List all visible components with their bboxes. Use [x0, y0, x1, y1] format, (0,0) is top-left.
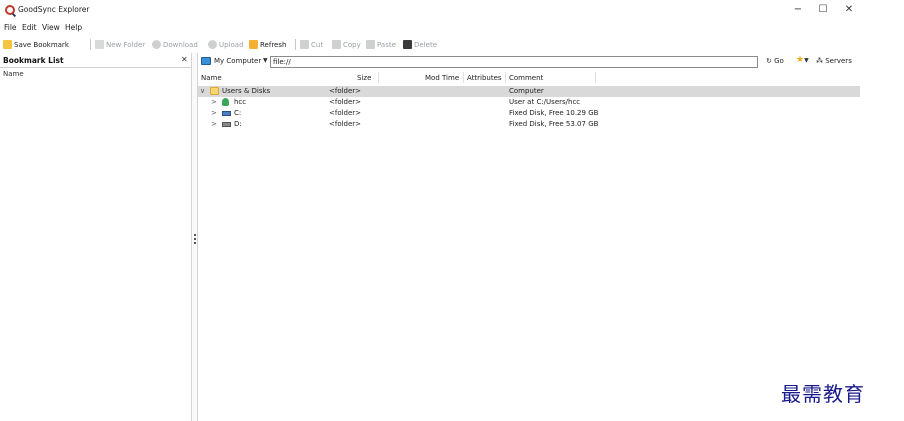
scissors-icon: [300, 40, 309, 49]
bookmark-name-column[interactable]: Name: [3, 70, 24, 78]
row-comment: User at C:/Users/hcc: [509, 98, 581, 106]
menu-file[interactable]: File: [4, 23, 17, 32]
servers-icon: ⁂: [816, 57, 826, 65]
refresh-icon: [249, 40, 258, 49]
minimize-button[interactable]: −: [788, 3, 808, 17]
column-size[interactable]: Size: [357, 74, 371, 82]
list-item-users-disks[interactable]: ∨ Users & Disks <folder> Computer: [198, 86, 860, 97]
copy-label: Copy: [343, 40, 361, 49]
row-size: <folder>: [329, 109, 362, 117]
list-item-drive-c[interactable]: > C: <folder> Fixed Disk, Free 10.29 GB: [198, 108, 860, 119]
delete-button[interactable]: Delete: [403, 40, 437, 49]
paste-icon: [366, 40, 375, 49]
go-label: Go: [774, 57, 784, 65]
toolbar-divider: [295, 39, 296, 50]
row-comment: Fixed Disk, Free 53.07 GB: [509, 120, 599, 128]
drive-c-icon: [222, 111, 231, 116]
bookmark-list-title: Bookmark List: [3, 56, 64, 65]
goodsync-logo-icon: [5, 5, 15, 15]
splitter-grip-icon[interactable]: [194, 234, 196, 244]
toolbar: Save Bookmark New Folder Download Upload…: [0, 36, 904, 53]
row-comment: Fixed Disk, Free 10.29 GB: [509, 109, 599, 117]
save-bookmark-label: Save Bookmark: [14, 40, 69, 49]
refresh-button[interactable]: Refresh: [249, 40, 286, 49]
bookmark-star-icon: [3, 40, 12, 49]
column-header: Name Size Mod Time Attributes Comment: [198, 71, 860, 84]
delete-label: Delete: [414, 40, 437, 49]
menu-bar: File Edit View Help: [0, 22, 904, 35]
menu-edit[interactable]: Edit: [22, 23, 37, 32]
bookmark-panel-header: Bookmark List ✕: [0, 55, 191, 68]
bookmark-panel: Bookmark List ✕ Name: [0, 53, 191, 421]
menu-help[interactable]: Help: [65, 23, 82, 32]
delete-x-icon: [403, 40, 412, 49]
title-bar: GoodSync Explorer − ☐ ✕: [0, 0, 904, 22]
drive-d-icon: [222, 122, 231, 127]
row-name: C:: [234, 109, 242, 117]
download-button[interactable]: Download: [152, 40, 198, 49]
chevron-down-icon: ▼: [804, 57, 809, 64]
expand-chevron-icon[interactable]: >: [211, 109, 217, 117]
column-divider[interactable]: [463, 72, 464, 83]
favorites-button[interactable]: ★▼: [796, 55, 809, 65]
column-mod-time[interactable]: Mod Time: [425, 74, 459, 82]
go-button[interactable]: ↻ Go: [766, 57, 784, 65]
refresh-label: Refresh: [260, 40, 287, 49]
panel-splitter[interactable]: [191, 53, 198, 421]
user-icon: [222, 98, 229, 106]
watermark-text: 最需教育: [781, 382, 865, 406]
list-item-drive-d[interactable]: > D: <folder> Fixed Disk, Free 53.07 GB: [198, 119, 860, 130]
maximize-button[interactable]: ☐: [813, 3, 833, 17]
window-title: GoodSync Explorer: [18, 5, 90, 14]
column-divider[interactable]: [378, 72, 379, 83]
save-bookmark-button[interactable]: Save Bookmark: [3, 40, 69, 49]
copy-button[interactable]: Copy: [332, 40, 361, 49]
address-bar: My Computer ▼ ↻ Go ★▼ ⁂ Servers: [198, 55, 904, 69]
row-size: <folder>: [329, 98, 362, 106]
copy-icon: [332, 40, 341, 49]
computer-icon: [201, 57, 211, 65]
row-size: <folder>: [329, 120, 362, 128]
expand-chevron-icon[interactable]: >: [211, 120, 217, 128]
list-item-hcc[interactable]: > hcc <folder> User at C:/Users/hcc: [198, 97, 860, 108]
column-divider[interactable]: [595, 72, 596, 83]
chevron-down-icon[interactable]: ▼: [263, 57, 268, 64]
menu-view[interactable]: View: [42, 23, 60, 32]
upload-icon: [208, 40, 217, 49]
location-dropdown[interactable]: My Computer: [214, 57, 261, 65]
paste-label: Paste: [377, 40, 396, 49]
upload-label: Upload: [219, 40, 244, 49]
download-label: Download: [163, 40, 198, 49]
new-folder-label: New Folder: [106, 40, 146, 49]
paste-button[interactable]: Paste: [366, 40, 396, 49]
new-folder-button[interactable]: New Folder: [95, 40, 145, 49]
close-window-button[interactable]: ✕: [839, 3, 859, 17]
cut-label: Cut: [311, 40, 324, 49]
row-size: <folder>: [329, 87, 362, 95]
row-name: D:: [234, 120, 242, 128]
row-name: Users & Disks: [222, 87, 271, 95]
close-panel-icon[interactable]: ✕: [181, 55, 188, 64]
refresh-arrow-icon: ↻: [766, 57, 775, 65]
column-comment[interactable]: Comment: [509, 74, 543, 82]
path-input[interactable]: [270, 56, 758, 68]
column-name[interactable]: Name: [201, 74, 222, 82]
column-attributes[interactable]: Attributes: [467, 74, 502, 82]
toolbar-divider: [90, 39, 91, 50]
cut-button[interactable]: Cut: [300, 40, 323, 49]
column-divider[interactable]: [505, 72, 506, 83]
servers-button[interactable]: ⁂ Servers: [816, 57, 852, 65]
new-folder-icon: [95, 40, 104, 49]
collapse-chevron-icon[interactable]: ∨: [200, 87, 205, 95]
servers-label: Servers: [825, 57, 852, 65]
download-icon: [152, 40, 161, 49]
expand-chevron-icon[interactable]: >: [211, 98, 217, 106]
folder-icon: [210, 87, 219, 95]
upload-button[interactable]: Upload: [208, 40, 244, 49]
row-comment: Computer: [509, 87, 544, 95]
row-name: hcc: [234, 98, 247, 106]
star-icon: ★: [796, 55, 805, 65]
